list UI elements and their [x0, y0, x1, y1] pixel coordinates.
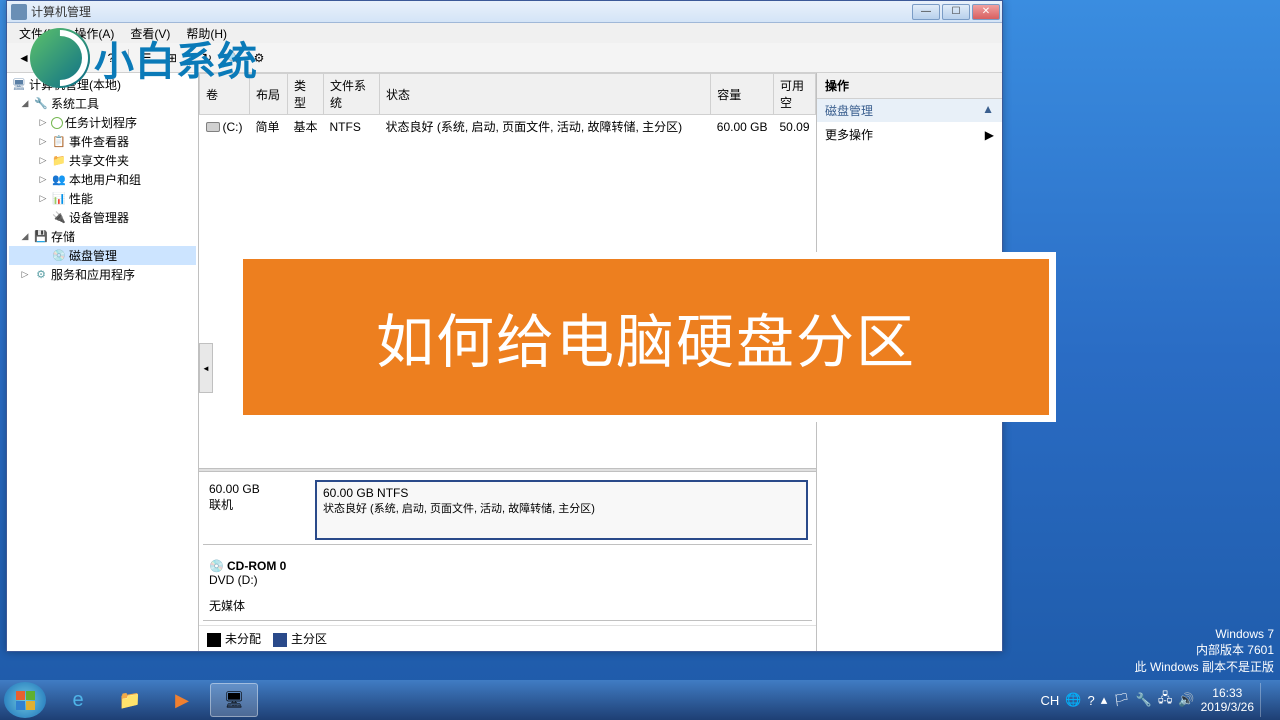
col-free[interactable]: 可用空 [773, 74, 815, 115]
taskbar-ie[interactable]: e [54, 683, 102, 717]
brand-watermark-logo: 小白系统 [30, 28, 258, 88]
cdrom-icon: 💿 [209, 559, 223, 573]
taskbar-computer-management[interactable]: 🖥 [210, 683, 258, 717]
splitter[interactable] [199, 468, 816, 472]
disk-0-row[interactable]: 60.00 GB 联机 60.00 GB NTFS 状态良好 (系统, 启动, … [203, 476, 812, 545]
disk-0-volume-c[interactable]: 60.00 GB NTFS 状态良好 (系统, 启动, 页面文件, 活动, 故障… [315, 480, 808, 540]
chevron-up-icon: ▲ [982, 102, 994, 119]
start-button[interactable] [4, 682, 46, 718]
volume-row-c[interactable]: (C:) 简单 基本 NTFS 状态良好 (系统, 启动, 页面文件, 活动, … [200, 115, 816, 139]
col-type[interactable]: 类型 [288, 74, 324, 115]
tree-disk-management[interactable]: 💿磁盘管理 [9, 246, 196, 265]
legend-unallocated-swatch [207, 633, 221, 647]
system-tray: CH 🌐 ? ▴ 🏳 🔧 🖧 🔊 16:33 2019/3/26 [1040, 683, 1276, 717]
col-status[interactable]: 状态 [380, 74, 711, 115]
legend: 未分配 主分区 [199, 625, 816, 651]
tray-chevron-icon[interactable]: ▴ [1101, 692, 1108, 708]
legend-primary-swatch [273, 633, 287, 647]
volume-table[interactable]: 卷 布局 类型 文件系统 状态 容量 可用空 (C:) 简单 基本 NTFS 状… [199, 73, 816, 138]
refresh-circle-icon [30, 28, 90, 88]
actions-header: 操作 [817, 73, 1002, 99]
tray-clock[interactable]: 16:33 2019/3/26 [1201, 686, 1254, 715]
tree-event-viewer[interactable]: ▷📋事件查看器 [9, 132, 196, 151]
title-overlay-banner: 如何给电脑硬盘分区 [236, 252, 1056, 422]
close-button[interactable] [972, 4, 1000, 20]
help-tray-icon[interactable]: ? [1087, 693, 1094, 708]
chevron-right-icon: ▶ [985, 128, 994, 142]
minimize-button[interactable] [912, 4, 940, 20]
col-capacity[interactable]: 容量 [711, 74, 774, 115]
tree-task-scheduler[interactable]: ▷任务计划程序 [9, 113, 196, 132]
actions-section-disk-management[interactable]: 磁盘管理▲ [817, 99, 1002, 122]
titlebar[interactable]: 计算机管理 [7, 1, 1002, 23]
tree-device-manager[interactable]: 🔌设备管理器 [9, 208, 196, 227]
tree-performance[interactable]: ▷📊性能 [9, 189, 196, 208]
brand-watermark-text: 小白系统 [94, 29, 258, 87]
network-tray-icon[interactable]: 🖧 [1158, 689, 1173, 711]
app-icon [11, 4, 27, 20]
taskbar-explorer[interactable]: 📁 [106, 683, 154, 717]
window-title: 计算机管理 [31, 3, 912, 20]
disk-0-info: 60.00 GB 联机 [203, 476, 311, 544]
ime-indicator[interactable]: CH [1040, 693, 1059, 708]
actions-more[interactable]: 更多操作▶ [817, 122, 1002, 147]
drive-icon [206, 122, 220, 132]
pane-collapse-button[interactable]: ◄ [199, 343, 213, 393]
tree-system-tools[interactable]: ◢🔧系统工具 [9, 94, 196, 113]
taskbar[interactable]: e 📁 ▶ 🖥 CH 🌐 ? ▴ 🏳 🔧 🖧 🔊 16:33 2019/3/26 [0, 680, 1280, 720]
tree-storage[interactable]: ◢💾存储 [9, 227, 196, 246]
show-desktop-button[interactable] [1260, 683, 1270, 717]
ime-mode-icon[interactable]: 🌐 [1065, 692, 1081, 708]
action-center-icon[interactable]: 🏳 [1113, 692, 1130, 708]
col-filesystem[interactable]: 文件系统 [324, 74, 380, 115]
windows-activation-watermark: Windows 7 内部版本 7601 此 Windows 副本不是正版 [1135, 626, 1274, 676]
tree-services-apps[interactable]: ▷⚙服务和应用程序 [9, 265, 196, 284]
diagnostics-tray-icon[interactable]: 🔧 [1136, 692, 1152, 708]
navigation-tree[interactable]: 🖥计算机管理(本地) ◢🔧系统工具 ▷任务计划程序 ▷📋事件查看器 ▷📁共享文件… [7, 73, 199, 651]
taskbar-media-player[interactable]: ▶ [158, 683, 206, 717]
tree-shared-folders[interactable]: ▷📁共享文件夹 [9, 151, 196, 170]
tree-local-users[interactable]: ▷👥本地用户和组 [9, 170, 196, 189]
volume-tray-icon[interactable]: 🔊 [1178, 692, 1194, 708]
cdrom-row[interactable]: 💿CD-ROM 0 DVD (D:) 无媒体 [203, 553, 812, 621]
cdrom-info: 💿CD-ROM 0 DVD (D:) 无媒体 [203, 553, 311, 620]
maximize-button[interactable] [942, 4, 970, 20]
